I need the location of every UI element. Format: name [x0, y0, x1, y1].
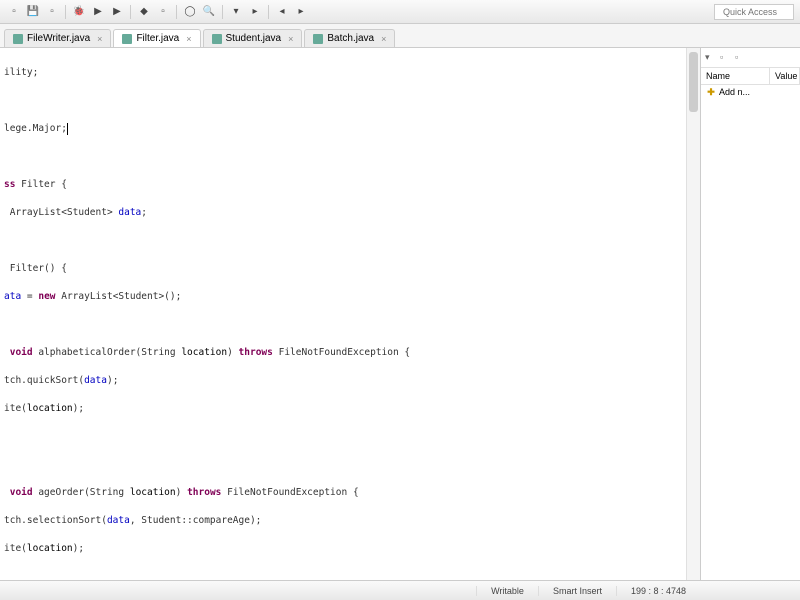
java-file-icon: [122, 34, 132, 44]
tab-filter[interactable]: Filter.java ×: [113, 29, 200, 47]
new-icon[interactable]: ▫: [6, 4, 22, 20]
columns-header: Name Value: [701, 68, 800, 85]
status-writable: Writable: [476, 586, 538, 596]
main-area: ility; lege.Major; ss Filter { ArrayList…: [0, 48, 800, 580]
back-icon[interactable]: ◂: [274, 4, 290, 20]
close-icon[interactable]: ×: [97, 34, 102, 44]
new-package-icon[interactable]: ▫: [155, 4, 171, 20]
vertical-scrollbar[interactable]: [686, 48, 700, 580]
quick-access-input[interactable]: [714, 4, 794, 20]
debug-icon[interactable]: 🐞: [71, 4, 87, 20]
next-annotation-icon[interactable]: ▸: [247, 4, 263, 20]
separator: [65, 5, 66, 19]
plus-icon: ✚: [706, 87, 716, 97]
tab-label: Batch.java: [327, 33, 374, 44]
main-toolbar: ▫ 💾 ▫ 🐞 ▶ ▶ ◆ ▫ ◯ 🔍 ▾ ▸ ◂ ▸: [0, 0, 800, 24]
save-icon[interactable]: 💾: [25, 4, 41, 20]
search-icon[interactable]: 🔍: [201, 4, 217, 20]
tab-label: Filter.java: [136, 33, 179, 44]
expressions-view: ▾ ▫ ▫ Name Value ✚ Add n...: [700, 48, 800, 580]
new-class-icon[interactable]: ◆: [136, 4, 152, 20]
column-value[interactable]: Value: [770, 68, 800, 84]
java-file-icon: [313, 34, 323, 44]
separator: [176, 5, 177, 19]
text-cursor: [67, 123, 68, 135]
editor-tabs: FileWriter.java × Filter.java × Student.ja…: [0, 24, 800, 48]
collapse-icon[interactable]: ▾: [705, 52, 717, 64]
java-file-icon: [212, 34, 222, 44]
separator: [268, 5, 269, 19]
close-icon[interactable]: ×: [288, 34, 293, 44]
add-label: Add n...: [719, 87, 750, 97]
column-name[interactable]: Name: [701, 68, 770, 84]
view-toolbar: ▾ ▫ ▫: [701, 48, 800, 68]
close-icon[interactable]: ×: [186, 34, 191, 44]
code-editor[interactable]: ility; lege.Major; ss Filter { ArrayList…: [0, 48, 700, 580]
close-icon[interactable]: ×: [381, 34, 386, 44]
tree-icon[interactable]: ▫: [720, 52, 732, 64]
scrollbar-thumb[interactable]: [689, 52, 698, 112]
status-insert: Smart Insert: [538, 586, 616, 596]
tab-label: FileWriter.java: [27, 33, 90, 44]
java-file-icon: [13, 34, 23, 44]
separator: [222, 5, 223, 19]
forward-icon[interactable]: ▸: [293, 4, 309, 20]
status-bar: Writable Smart Insert 199 : 8 : 4748: [0, 580, 800, 600]
tab-batch[interactable]: Batch.java ×: [304, 29, 395, 47]
menu-icon[interactable]: ▫: [735, 52, 747, 64]
tab-student[interactable]: Student.java ×: [203, 29, 303, 47]
open-type-icon[interactable]: ◯: [182, 4, 198, 20]
run-last-icon[interactable]: ▶: [109, 4, 125, 20]
save-all-icon[interactable]: ▫: [44, 4, 60, 20]
run-icon[interactable]: ▶: [90, 4, 106, 20]
add-expression-row[interactable]: ✚ Add n...: [701, 85, 800, 99]
status-position: 199 : 8 : 4748: [616, 586, 700, 596]
tab-filewriter[interactable]: FileWriter.java ×: [4, 29, 111, 47]
separator: [130, 5, 131, 19]
tab-label: Student.java: [226, 33, 282, 44]
toggle-mark-icon[interactable]: ▾: [228, 4, 244, 20]
